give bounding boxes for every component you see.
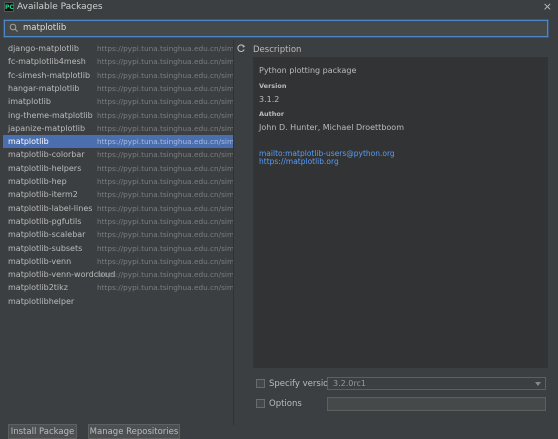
package-name: matplotlib-hep [8,177,67,186]
options-checkbox[interactable] [256,399,265,408]
author-value: John D. Hunter, Michael Droettboom [259,123,404,132]
options-row: Options [253,397,548,411]
package-repository: https://pypi.tuna.tsinghua.edu.cn/simple… [97,70,234,80]
pycharm-icon: PC [4,2,14,12]
window-title: Available Packages [17,2,103,12]
package-repository: https://pypi.tuna.tsinghua.edu.cn/simple… [97,137,234,147]
package-row[interactable]: fc-matplotlib4mesh https://pypi.tuna.tsin… [3,55,233,68]
description-header: Description [253,45,302,55]
package-name: matplotlib-label-lines [8,203,93,213]
author-label: Author [259,110,285,118]
package-row[interactable]: matplotlib-colorbar https://pypi.tuna.tsi… [3,148,233,161]
package-repository: https://pypi.tuna.tsinghua.edu.cn/simple… [97,230,234,240]
package-name: matplotlib2tikz [8,283,68,293]
package-name: hangar-matplotlib [8,83,80,93]
version-value: 3.1.2 [259,95,280,104]
package-name: matplotlib-venn [8,256,72,266]
package-name: japanize-matplotlib [8,123,86,133]
description-panel: Python plotting package Version 3.1.2 Au… [253,57,548,368]
package-name: django-matplotlib [8,44,79,53]
package-summary: Python plotting package [259,66,357,75]
package-name: imatplotlib [8,97,51,107]
package-row[interactable]: matplotlib-helpers https://pypi.tuna.tsin… [3,162,233,175]
package-row[interactable]: imatplotlib https://pypi.tuna.tsinghua.ed… [3,95,233,108]
package-row[interactable]: matplotlib https://pypi.tuna.tsinghua.edu… [3,135,234,149]
package-repository: https://pypi.tuna.tsinghua.edu.cn/simple… [97,190,234,200]
package-row[interactable]: matplotlib-pgfutils https://pypi.tuna.tsi… [3,215,233,228]
version-select-value: 3.2.0rc1 [333,379,366,388]
specify-version-row: Specify version 3.2.0rc1 [253,377,548,391]
search-input[interactable] [23,22,523,34]
install-package-button[interactable]: Install Package [8,424,77,439]
options-input[interactable] [327,397,546,411]
package-repository: https://pypi.tuna.tsinghua.edu.cn/simple… [97,256,234,266]
package-name: matplotlibhelper [8,296,75,306]
package-row[interactable]: matplotlib-scalebar https://pypi.tuna.tsi… [3,228,233,241]
package-repository: https://pypi.tuna.tsinghua.edu.cn/simple… [97,44,234,53]
package-list[interactable]: django-matplotlib https://pypi.tuna.tsing… [3,40,234,425]
package-name: matplotlib-scalebar [8,230,86,240]
package-name: matplotlib-colorbar [8,150,85,160]
package-repository: https://pypi.tuna.tsinghua.edu.cn/simple… [97,177,234,186]
package-row[interactable]: matplotlib-iterm2 https://pypi.tuna.tsing… [3,188,233,201]
package-name: matplotlib-iterm2 [8,190,78,200]
specify-version-label: Specify version [269,379,334,389]
title-bar: PC Available Packages × [0,0,558,14]
package-repository: https://pypi.tuna.tsinghua.edu.cn/simple… [97,283,234,293]
package-repository: https://pypi.tuna.tsinghua.edu.cn/simple… [97,57,234,67]
package-name: matplotlib-subsets [8,243,83,253]
package-repository: https://pypi.tuna.tsinghua.edu.cn/simple… [97,97,234,107]
package-row[interactable]: japanize-matplotlib https://pypi.tuna.tsi… [3,122,233,135]
package-row[interactable]: matplotlib-subsets https://pypi.tuna.tsin… [3,242,233,255]
chevron-down-icon [535,382,541,386]
list-toolbar [234,40,248,425]
package-name: fc-matplotlib4mesh [8,57,86,67]
package-row[interactable]: matplotlib-label-lines https://pypi.tuna.… [3,202,233,215]
version-label: Version [259,82,287,90]
package-repository: https://pypi.tuna.tsinghua.edu.cn/simple… [97,243,234,253]
search-icon [9,23,18,32]
search-field[interactable] [4,20,548,37]
package-row[interactable]: matplotlibhelper [3,295,233,308]
package-row[interactable]: matplotlib-venn https://pypi.tuna.tsinghu… [3,255,233,268]
package-repository: https://pypi.tuna.tsinghua.edu.cn/simple… [97,123,234,133]
package-repository: https://pypi.tuna.tsinghua.edu.cn/simple… [97,203,234,213]
package-row[interactable]: fc-simesh-matplotlib https://pypi.tuna.ts… [3,69,233,82]
package-repository: https://pypi.tuna.tsinghua.edu.cn/simple… [97,110,234,120]
package-repository: https://pypi.tuna.tsinghua.edu.cn/simple… [97,216,234,226]
package-name: matplotlib-helpers [8,163,82,173]
package-row[interactable]: matplotlib-hep https://pypi.tuna.tsinghua… [3,175,233,188]
package-name: ing-theme-matplotlib [8,110,93,120]
homepage-link[interactable]: https://matplotlib.org [259,157,339,166]
package-name: matplotlib-pgfutils [8,216,82,226]
options-label: Options [269,399,302,409]
package-repository: https://pypi.tuna.tsinghua.edu.cn/simple… [97,163,234,173]
package-name: fc-simesh-matplotlib [8,70,91,80]
manage-repositories-button[interactable]: Manage Repositories [88,424,180,439]
close-icon[interactable]: × [543,0,552,13]
package-row[interactable]: ing-theme-matplotlib https://pypi.tuna.ts… [3,109,233,122]
specify-version-checkbox[interactable] [256,379,265,388]
refresh-icon[interactable] [236,43,246,53]
package-row[interactable]: django-matplotlib https://pypi.tuna.tsing… [3,42,233,55]
package-row[interactable]: hangar-matplotlib https://pypi.tuna.tsing… [3,82,233,95]
package-repository: https://pypi.tuna.tsinghua.edu.cn/simple… [97,83,234,93]
package-name: matplotlib [8,137,49,147]
package-row[interactable]: matplotlib2tikz https://pypi.tuna.tsinghu… [3,281,233,294]
version-select[interactable]: 3.2.0rc1 [327,377,546,390]
package-row[interactable]: matplotlib-venn-wordcloud https://pypi.tu… [3,268,233,281]
package-repository: https://pypi.tuna.tsinghua.edu.cn/simple… [97,150,234,160]
package-repository: https://pypi.tuna.tsinghua.edu.cn/simple… [97,270,234,280]
